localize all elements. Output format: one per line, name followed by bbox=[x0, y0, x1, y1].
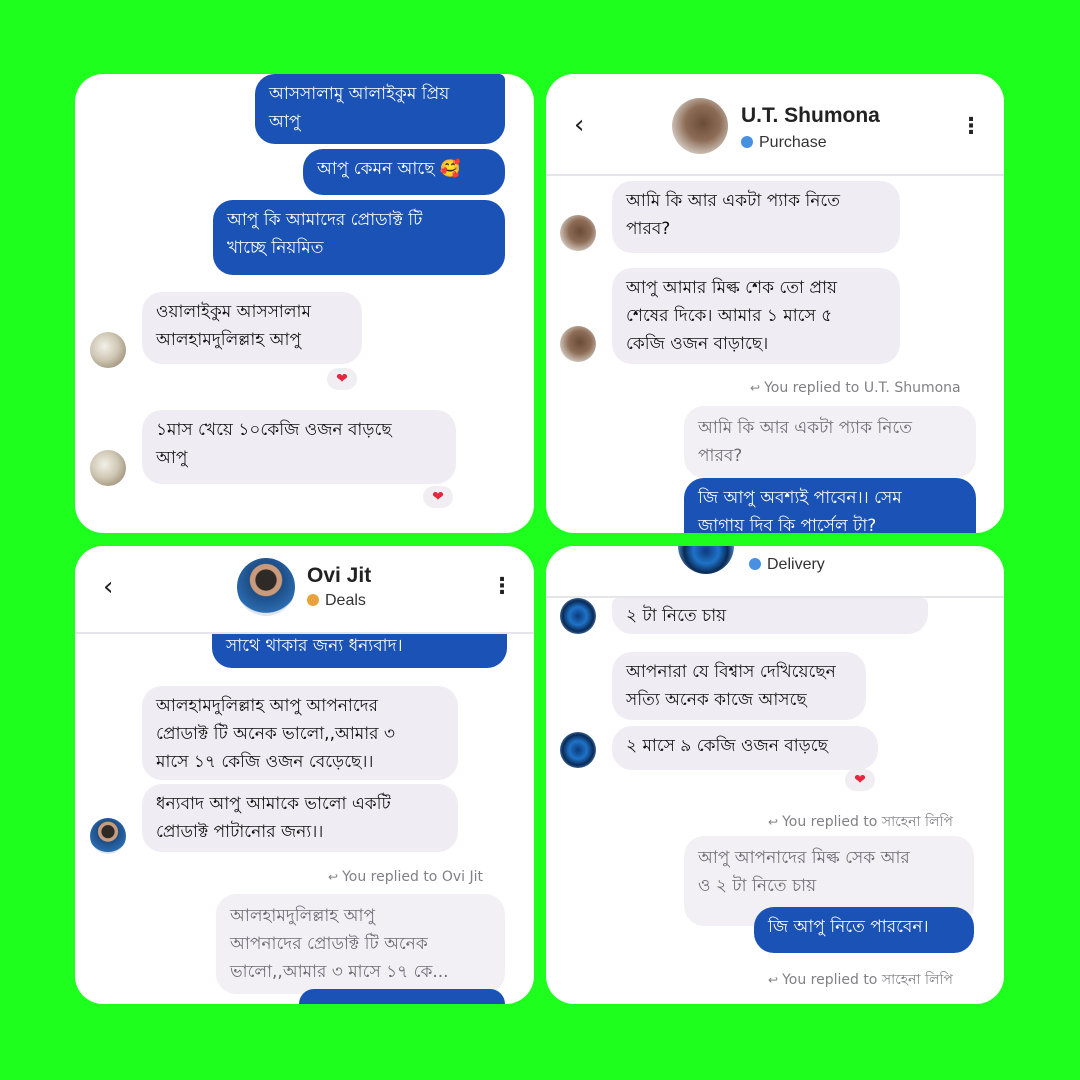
avatar[interactable] bbox=[560, 215, 596, 251]
chat-header: Delivery bbox=[546, 546, 1004, 598]
incoming-message[interactable]: ধন্যবাদ আপু আমাকে ভালো একটি প্রোডাক্ট পা… bbox=[142, 784, 458, 852]
heart-reaction-icon: ❤ bbox=[327, 368, 357, 390]
label-dot-icon bbox=[307, 594, 319, 606]
contact-label: Deals bbox=[307, 592, 366, 610]
avatar[interactable] bbox=[560, 598, 596, 634]
incoming-message[interactable]: আলহামদুলিল্লাহ আপু আপনাদের প্রোডাক্ট টি … bbox=[142, 686, 458, 780]
incoming-message[interactable]: ১মাস খেয়ে ১০কেজি ওজন বাড়ছে আপু bbox=[142, 410, 456, 484]
avatar[interactable] bbox=[90, 818, 126, 854]
heart-reaction-icon: ❤ bbox=[423, 486, 453, 508]
replied-text: You replied to সাহেনা লিপি bbox=[782, 972, 953, 988]
replied-text: You replied to সাহেনা লিপি bbox=[782, 814, 953, 830]
label-dot-icon bbox=[749, 558, 761, 570]
back-chevron-icon[interactable]: ‹ bbox=[103, 572, 113, 602]
replied-indicator: ↩ You replied to সাহেনা লিপি bbox=[768, 810, 953, 834]
outgoing-message[interactable]: জি আপু নিতে পারবেন। bbox=[754, 907, 974, 953]
label-text: Purchase bbox=[759, 134, 827, 151]
replied-indicator: ↩ You replied to U.T. Shumona bbox=[750, 380, 961, 396]
label-dot-icon bbox=[741, 136, 753, 148]
label-text: Delivery bbox=[767, 556, 825, 573]
avatar[interactable] bbox=[560, 326, 596, 362]
replied-indicator: ↩ You replied to সাহেনা লিপি bbox=[768, 968, 953, 992]
reply-arrow-icon: ↩ bbox=[328, 870, 339, 884]
avatar[interactable] bbox=[678, 546, 734, 574]
incoming-message[interactable]: আপু আমার মিল্ক শেক তো প্রায় শেষের দিকে।… bbox=[612, 268, 900, 364]
back-chevron-icon[interactable]: ‹ bbox=[574, 110, 584, 140]
chat-header: ‹ Ovi Jit Deals ⋮ bbox=[75, 546, 534, 634]
quoted-message[interactable]: আমি কি আর একটা প্যাক নিতে পারব? bbox=[684, 406, 976, 478]
contact-name: U.T. Shumona bbox=[741, 104, 880, 127]
chat-panel-4: Delivery ২ টা নিতে চায় আপনারা যে বিশ্বা… bbox=[546, 546, 1004, 1004]
replied-text: You replied to U.T. Shumona bbox=[764, 380, 961, 396]
avatar[interactable] bbox=[560, 732, 596, 768]
avatar[interactable] bbox=[90, 450, 126, 486]
label-text: Deals bbox=[325, 592, 366, 609]
incoming-message[interactable]: ২ টা নিতে চায় bbox=[612, 598, 928, 634]
reply-arrow-icon: ↩ bbox=[768, 815, 779, 829]
avatar[interactable] bbox=[237, 558, 295, 616]
replied-indicator: ↩ You replied to Ovi Jit bbox=[328, 869, 483, 885]
outgoing-message[interactable]: আসসালামু আলাইকুম প্রিয় আপু bbox=[255, 74, 505, 144]
more-options-icon[interactable]: ⋮ bbox=[491, 574, 513, 599]
contact-name: Ovi Jit bbox=[307, 564, 372, 587]
quoted-message[interactable]: আলহামদুলিল্লাহ আপু আপনাদের প্রোডাক্ট টি … bbox=[216, 894, 505, 994]
more-options-icon[interactable]: ⋮ bbox=[960, 114, 982, 139]
chat-panel-1: আসসালামু আলাইকুম প্রিয় আপু আপু কেমন আছে… bbox=[75, 74, 534, 533]
heart-reaction-icon: ❤ bbox=[845, 769, 875, 791]
reply-arrow-icon: ↩ bbox=[750, 381, 761, 395]
avatar[interactable] bbox=[90, 332, 126, 368]
replied-text: You replied to Ovi Jit bbox=[342, 869, 483, 885]
avatar[interactable] bbox=[672, 98, 728, 154]
incoming-message[interactable]: ২ মাসে ৯ কেজি ওজন বাড়ছে bbox=[612, 726, 878, 770]
incoming-message[interactable]: ওয়ালাইকুম আসসালাম আলহামদুলিল্লাহ আপু bbox=[142, 292, 362, 364]
outgoing-message[interactable]: আপু কেমন আছে 🥰 bbox=[303, 149, 505, 195]
incoming-message[interactable]: আপনারা যে বিশ্বাস দেখিয়েছেন সত্যি অনেক … bbox=[612, 652, 866, 720]
outgoing-message[interactable] bbox=[299, 989, 505, 1004]
incoming-message[interactable]: আমি কি আর একটা প্যাক নিতে পারব? bbox=[612, 181, 900, 253]
chat-panel-2: ‹ U.T. Shumona Purchase ⋮ আমি কি আর একটা… bbox=[546, 74, 1004, 533]
outgoing-message[interactable]: আপু কি আমাদের প্রোডাক্ট টি খাচ্ছে নিয়মি… bbox=[213, 200, 505, 275]
contact-label: Purchase bbox=[741, 134, 827, 152]
chat-header: ‹ U.T. Shumona Purchase ⋮ bbox=[546, 74, 1004, 176]
contact-label: Delivery bbox=[749, 556, 825, 574]
outgoing-message[interactable]: জি আপু অবশ্যই পাবেন।। সেম জাগায় দিব কি … bbox=[684, 478, 976, 533]
reply-arrow-icon: ↩ bbox=[768, 973, 779, 987]
chat-panel-3: সাথে থাকার জন্য ধন্যবাদ। ‹ Ovi Jit Deals… bbox=[75, 546, 534, 1004]
